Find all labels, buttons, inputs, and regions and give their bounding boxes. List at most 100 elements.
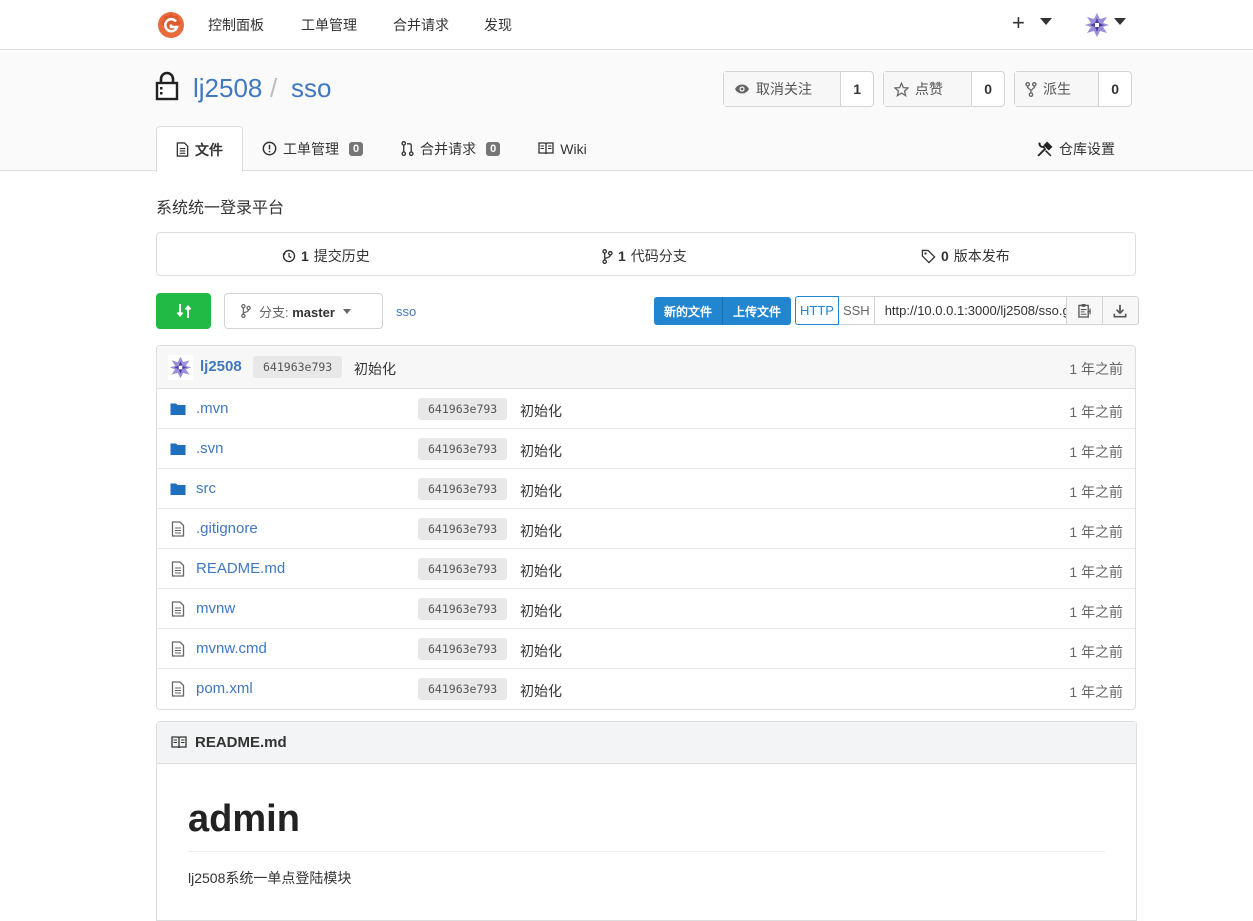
- file-commit-message: 初始化: [520, 403, 562, 419]
- star-count[interactable]: 0: [972, 72, 1004, 106]
- lock-icon: [155, 71, 179, 101]
- branch-dropdown[interactable]: 分支: master: [224, 293, 383, 329]
- latest-commit-row: lj2508 641963e793 初始化 1 年之前: [157, 346, 1135, 389]
- file-name-link[interactable]: .svn: [196, 440, 224, 457]
- repo-name-link[interactable]: sso: [291, 73, 331, 104]
- fork-button[interactable]: 派生 0: [1014, 71, 1132, 107]
- file-text-icon: [171, 601, 185, 617]
- tab-issues[interactable]: 工单管理 0: [243, 126, 382, 171]
- file-name-link[interactable]: .gitignore: [196, 520, 258, 537]
- tools-icon: [1037, 141, 1053, 157]
- readme-heading: admin: [188, 798, 1105, 852]
- fork-icon: [1025, 81, 1037, 97]
- sync-arrows-icon: [176, 304, 191, 318]
- clone-url-group: HTTP SSH http://10.0.0.1:3000/lj2508/sso…: [795, 296, 1139, 325]
- gogs-logo-icon[interactable]: [156, 10, 186, 40]
- commit-sha-link[interactable]: 641963e793: [253, 356, 343, 378]
- table-row: .svn 641963e793 初始化 1 年之前: [157, 429, 1135, 469]
- file-name-link[interactable]: README.md: [196, 560, 285, 577]
- readme-paragraph: lj2508系统一单点登陆模块: [188, 870, 352, 886]
- copy-url-button[interactable]: [1066, 296, 1103, 325]
- releases-stat[interactable]: 0 版本发布: [921, 246, 1010, 266]
- file-name-link[interactable]: .mvn: [196, 400, 229, 417]
- issues-count-badge: 0: [349, 141, 364, 156]
- branches-label: 代码分支: [630, 248, 687, 264]
- repo-owner-link[interactable]: lj2508: [193, 73, 262, 104]
- compare-pull-button[interactable]: [156, 293, 211, 329]
- fork-label: 派生: [1043, 81, 1071, 97]
- file-commit-sha-link[interactable]: 641963e793: [418, 438, 508, 460]
- table-row: pom.xml 641963e793 初始化 1 年之前: [157, 669, 1135, 709]
- tab-pulls[interactable]: 合并请求 0: [382, 126, 519, 171]
- history-icon: [282, 249, 296, 263]
- table-row: mvnw 641963e793 初始化 1 年之前: [157, 589, 1135, 629]
- ssh-protocol-button[interactable]: SSH: [838, 296, 875, 325]
- file-table: lj2508 641963e793 初始化 1 年之前 .mvn 641963e7…: [156, 345, 1136, 710]
- http-protocol-button[interactable]: HTTP: [795, 296, 839, 325]
- file-commit-sha-link[interactable]: 641963e793: [418, 558, 508, 580]
- tab-files[interactable]: 文件: [156, 126, 243, 172]
- book-icon: [171, 736, 187, 749]
- create-dropdown-caret-icon[interactable]: [1040, 18, 1052, 25]
- nav-explore[interactable]: 发现: [484, 15, 512, 35]
- top-navbar: 控制面板 工单管理 合并请求 发现 +: [0, 0, 1253, 50]
- tab-settings[interactable]: 仓库设置: [1036, 139, 1115, 159]
- watch-button[interactable]: 取消关注 1: [723, 71, 874, 107]
- create-new-button[interactable]: +: [1012, 10, 1025, 36]
- file-commit-sha-link[interactable]: 641963e793: [418, 478, 508, 500]
- nav-pulls[interactable]: 合并请求: [393, 15, 449, 35]
- file-name-link[interactable]: mvnw.cmd: [196, 640, 267, 657]
- file-commit-age: 1 年之前: [1069, 644, 1123, 660]
- star-button[interactable]: 点赞 0: [883, 71, 1005, 107]
- commit-age: 1 年之前: [1069, 361, 1123, 377]
- file-text-icon: [171, 561, 185, 577]
- commit-author-avatar[interactable]: [168, 355, 193, 380]
- nav-issues[interactable]: 工单管理: [301, 15, 357, 35]
- user-avatar[interactable]: [1083, 11, 1111, 39]
- upload-file-button[interactable]: 上传文件: [722, 297, 791, 325]
- table-row: .gitignore 641963e793 初始化 1 年之前: [157, 509, 1135, 549]
- download-icon: [1113, 304, 1127, 317]
- file-commit-sha-link[interactable]: 641963e793: [418, 518, 508, 540]
- releases-label: 版本发布: [953, 248, 1010, 264]
- readme-panel: README.md admin lj2508系统一单点登陆模块: [156, 721, 1137, 921]
- file-name-link[interactable]: src: [196, 480, 216, 497]
- chevron-down-icon: [342, 308, 351, 314]
- file-commit-message: 初始化: [520, 603, 562, 619]
- file-commit-age: 1 年之前: [1069, 604, 1123, 620]
- file-commit-age: 1 年之前: [1069, 684, 1123, 700]
- clone-url-input[interactable]: http://10.0.0.1:3000/lj2508/sso.git: [874, 296, 1067, 325]
- star-icon: [894, 81, 909, 97]
- file-commit-sha-link[interactable]: 641963e793: [418, 678, 508, 700]
- file-commit-sha-link[interactable]: 641963e793: [418, 598, 508, 620]
- file-commit-age: 1 年之前: [1069, 524, 1123, 540]
- tab-issues-label: 工单管理: [283, 140, 339, 157]
- watch-count[interactable]: 1: [841, 72, 873, 106]
- nav-dashboard[interactable]: 控制面板: [208, 15, 264, 35]
- table-row: README.md 641963e793 初始化 1 年之前: [157, 549, 1135, 589]
- file-name-link[interactable]: mvnw: [196, 600, 235, 617]
- commits-stat[interactable]: 1 提交历史: [282, 246, 370, 266]
- pull-request-icon: [401, 141, 414, 156]
- new-file-button[interactable]: 新的文件: [654, 297, 722, 325]
- file-commit-age: 1 年之前: [1069, 404, 1123, 420]
- commits-label: 提交历史: [313, 248, 370, 264]
- commit-author-link[interactable]: lj2508: [200, 358, 242, 375]
- file-actions-group: 新的文件 上传文件: [654, 297, 792, 325]
- file-commit-sha-link[interactable]: 641963e793: [418, 398, 508, 420]
- tab-wiki[interactable]: Wiki: [519, 126, 605, 171]
- releases-count: 0: [941, 248, 949, 264]
- file-commit-message: 初始化: [520, 523, 562, 539]
- branches-stat[interactable]: 1 代码分支: [602, 246, 687, 266]
- commit-message: 初始化: [354, 361, 396, 377]
- file-text-icon: [171, 521, 185, 537]
- commits-count: 1: [301, 248, 309, 264]
- path-breadcrumb[interactable]: sso: [396, 304, 416, 319]
- user-dropdown-caret-icon[interactable]: [1114, 18, 1126, 25]
- file-commit-sha-link[interactable]: 641963e793: [418, 638, 508, 660]
- file-name-link[interactable]: pom.xml: [196, 680, 253, 697]
- pulls-count-badge: 0: [486, 141, 501, 156]
- file-text-icon: [176, 142, 189, 157]
- download-button[interactable]: [1102, 296, 1139, 325]
- fork-count[interactable]: 0: [1099, 72, 1131, 106]
